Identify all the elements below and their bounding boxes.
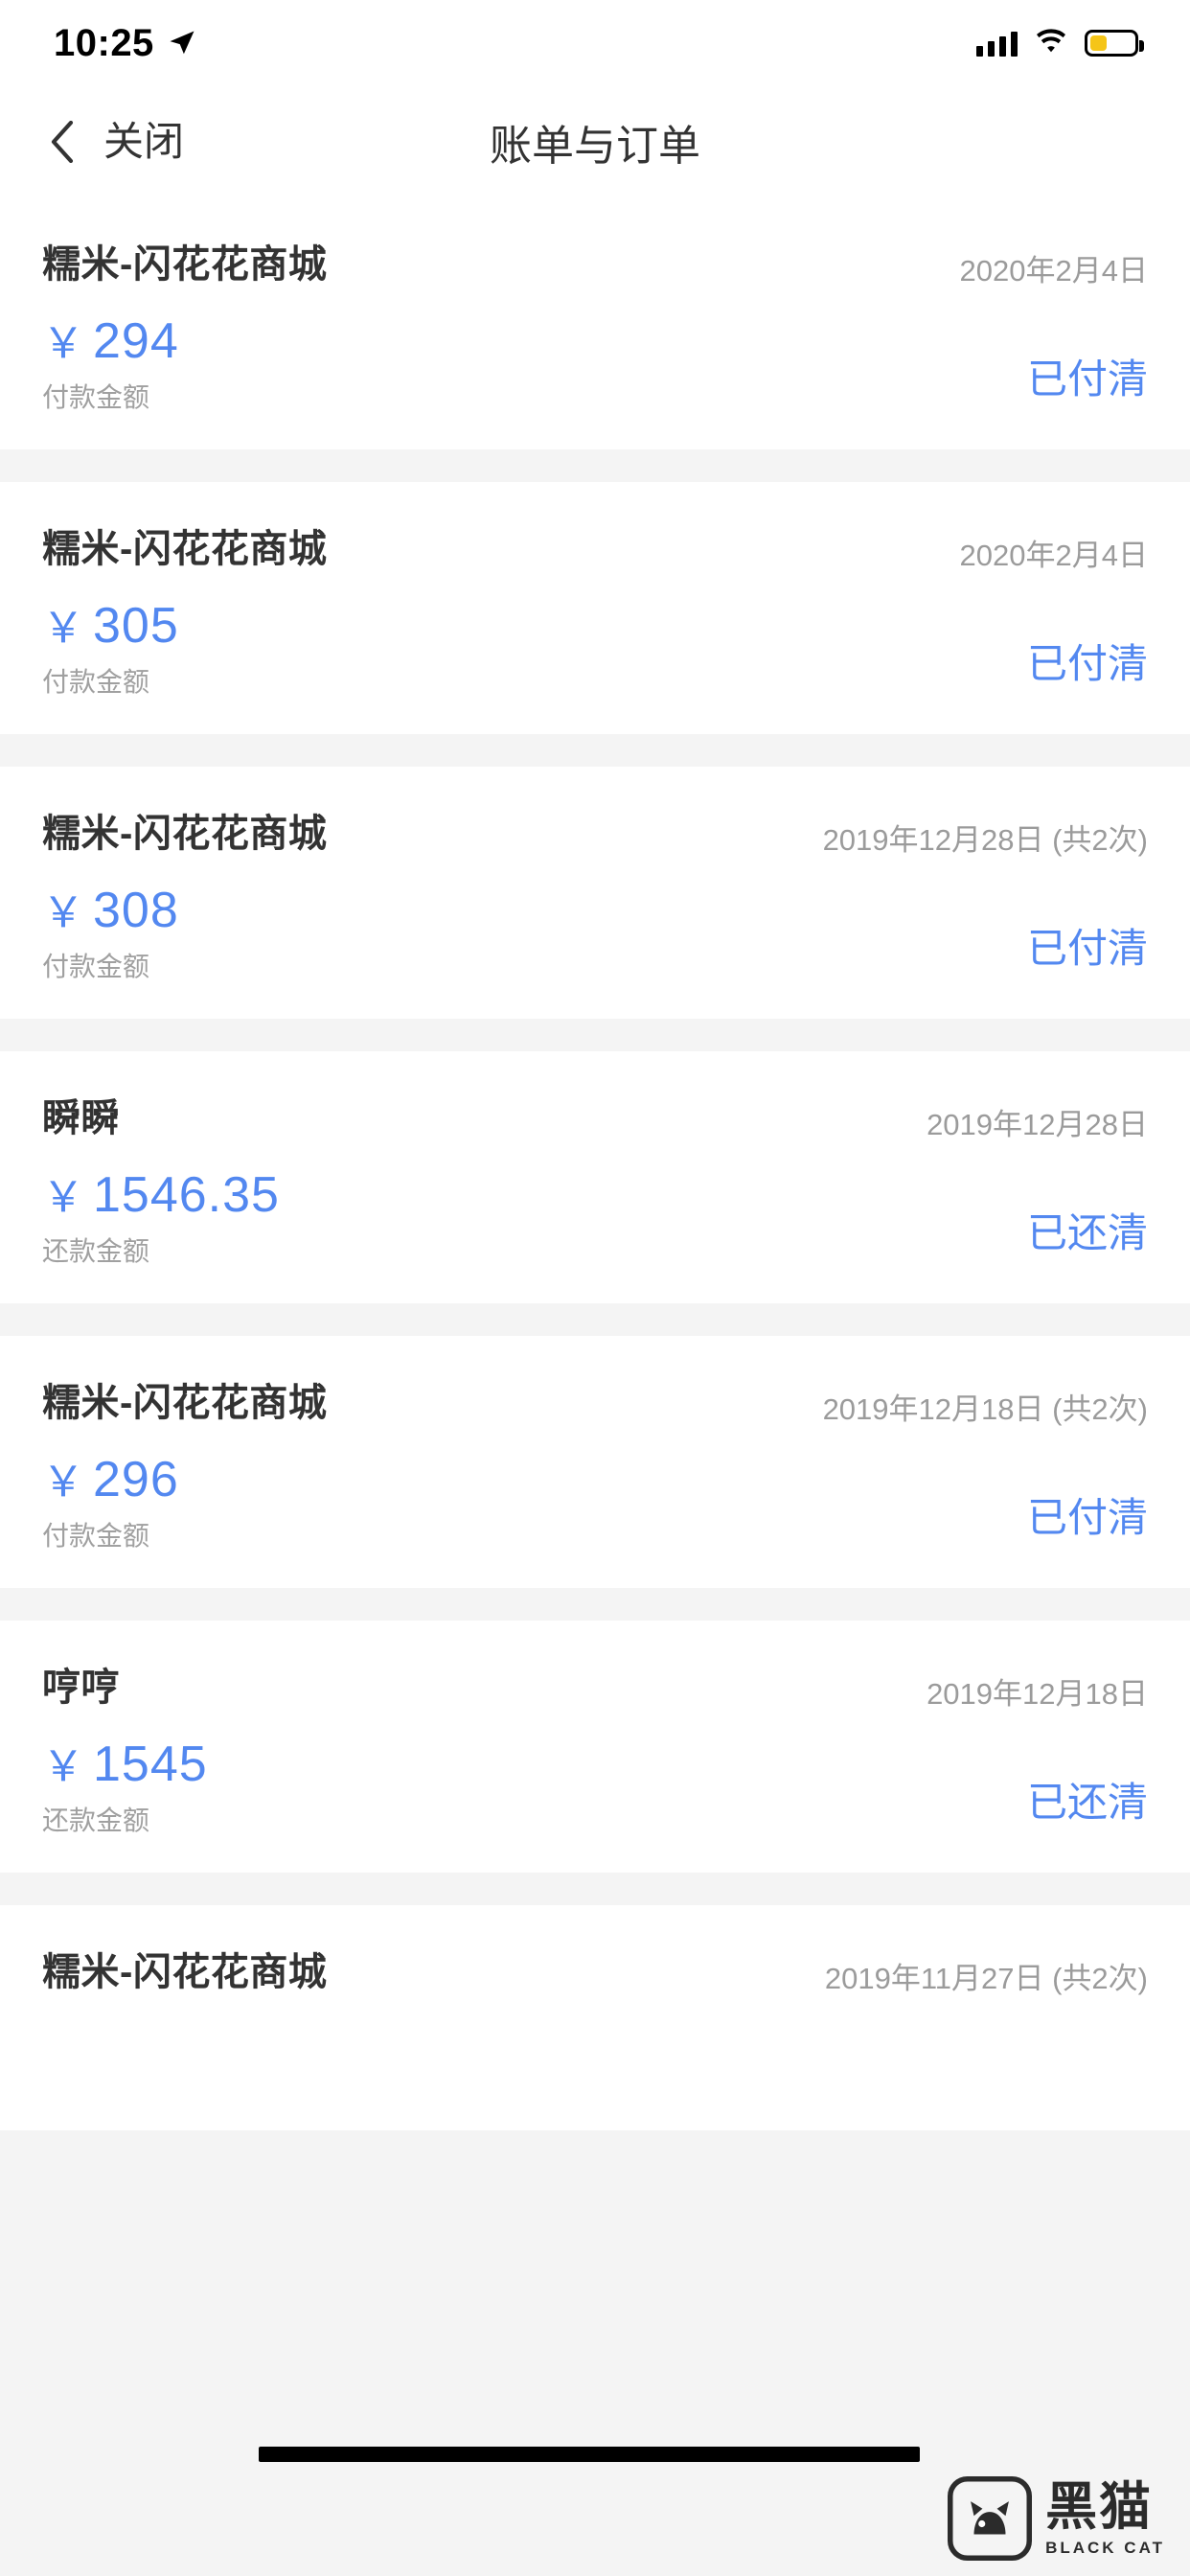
transaction-card[interactable]: 糯米-闪花花商城 2019年12月28日 (共2次) ￥ 308 付款金额 已付清: [0, 766, 1190, 1019]
watermark-text: 黑猫 BLACK CAT: [1045, 2481, 1165, 2556]
merchant-name: 糯米-闪花花商城: [42, 1950, 328, 1993]
transaction-body: ￥ 294 付款金额 已付清: [42, 313, 1148, 411]
transaction-header: 糯米-闪花花商城 2019年12月28日 (共2次): [42, 811, 1148, 858]
list-separator: [0, 1587, 1190, 1621]
transaction-header: 瞬瞬 2019年12月28日: [42, 1095, 1148, 1142]
amount-value: 305: [93, 598, 179, 655]
transaction-card[interactable]: 糯米-闪花花商城 2019年12月18日 (共2次) ￥ 296 付款金额 已付清: [0, 1335, 1190, 1588]
amount-block: ￥ 1545 还款金额: [42, 1736, 208, 1834]
transaction-body: ￥ 1546.35 还款金额 已还清: [42, 1167, 1148, 1265]
close-label: 关闭: [103, 119, 185, 164]
transaction-date: 2020年2月4日: [959, 254, 1148, 288]
redaction-bar: [259, 2447, 920, 2462]
transaction-amount: ￥ 1545: [42, 1736, 208, 1794]
transaction-card[interactable]: 瞬瞬 2019年12月28日 ￥ 1546.35 还款金额 已还清: [0, 1050, 1190, 1303]
transaction-header: 糯米-闪花花商城 2019年12月18日 (共2次): [42, 1380, 1148, 1427]
amount-value: 294: [93, 313, 179, 370]
transaction-amount: ￥ 1546.35: [42, 1167, 280, 1225]
amount-block: ￥ 294 付款金额: [42, 313, 179, 411]
status-bar: 10:25: [0, 0, 1190, 86]
transaction-header: 糯米-闪花花商城 2019年11月27日 (共2次): [42, 1949, 1148, 1996]
merchant-name: 瞬瞬: [42, 1096, 120, 1139]
amount-label: 付款金额: [42, 951, 150, 981]
transaction-body: ￥ 296 付款金额 已付清: [42, 1452, 1148, 1550]
transaction-header: 糯米-闪花花商城 2020年2月4日: [42, 526, 1148, 573]
phone-screen: 10:25 关闭 账单与订单 糯米-闪花花商城 2020年2月4日 ￥ 294 …: [0, 0, 1190, 2576]
location-arrow-icon: [168, 29, 196, 58]
transaction-date: 2019年12月18日 (共2次): [822, 1392, 1148, 1426]
amount-label: 付款金额: [42, 666, 150, 697]
amount-label: 还款金额: [42, 1235, 150, 1266]
black-cat-logo-icon: [948, 2476, 1033, 2561]
transaction-amount: ￥ 305: [42, 598, 179, 656]
back-button[interactable]: 关闭: [0, 86, 184, 197]
signal-bars-icon: [976, 30, 1018, 57]
merchant-name: 糯米-闪花花商城: [42, 1381, 328, 1424]
transaction-body: ￥: [42, 2021, 1148, 2092]
transaction-date: 2019年12月28日 (共2次): [822, 822, 1148, 857]
transaction-date: 2020年2月4日: [959, 538, 1148, 572]
navigation-bar: 关闭 账单与订单: [0, 86, 1190, 197]
transaction-amount: ￥ 308: [42, 883, 179, 940]
amount-label: 付款金额: [42, 381, 150, 412]
amount-label: 付款金额: [42, 1520, 150, 1551]
transaction-card[interactable]: 哼哼 2019年12月18日 ￥ 1545 还款金额 已还清: [0, 1620, 1190, 1873]
amount-value: 296: [93, 1452, 179, 1508]
transaction-date: 2019年11月27日 (共2次): [824, 1961, 1148, 1995]
transaction-list[interactable]: 糯米-闪花花商城 2020年2月4日 ￥ 294 付款金额 已付清 糯米-闪花花商城 2020…: [0, 197, 1190, 2130]
wifi-icon: [1034, 28, 1068, 59]
watermark-en: BLACK CAT: [1045, 2539, 1165, 2557]
merchant-name: 糯米-闪花花商城: [42, 527, 328, 570]
currency-symbol: ￥: [42, 1174, 85, 1222]
transaction-date: 2019年12月18日: [927, 1676, 1148, 1711]
transaction-card[interactable]: 糯米-闪花花商城 2020年2月4日 ￥ 294 付款金额 已付清: [0, 197, 1190, 449]
amount-label: 还款金额: [42, 1805, 150, 1835]
currency-symbol: ￥: [42, 889, 85, 937]
list-separator: [0, 1872, 1190, 1905]
status-badge: 已付清: [1026, 925, 1148, 971]
amount-block: ￥ 296 付款金额: [42, 1452, 179, 1550]
clock-time: 10:25: [54, 22, 154, 64]
merchant-name: 糯米-闪花花商城: [42, 812, 328, 855]
list-separator: [0, 1018, 1190, 1051]
chevron-left-icon: [50, 121, 75, 163]
merchant-name: 糯米-闪花花商城: [42, 243, 328, 286]
currency-symbol: ￥: [42, 1743, 85, 1791]
transaction-body: ￥ 305 付款金额 已付清: [42, 598, 1148, 696]
transaction-amount: ￥ 296: [42, 1452, 179, 1509]
watermark: 黑猫 BLACK CAT: [948, 2476, 1165, 2561]
status-badge: 已付清: [1026, 1494, 1148, 1540]
currency-symbol: ￥: [42, 1459, 85, 1506]
status-bar-left: 10:25: [54, 24, 196, 62]
amount-block: ￥ 305 付款金额: [42, 598, 179, 696]
status-bar-right: [976, 28, 1144, 59]
currency-symbol: ￥: [42, 605, 85, 653]
list-separator: [0, 733, 1190, 767]
transaction-card[interactable]: 糯米-闪花花商城 2019年11月27日 (共2次) ￥: [0, 1904, 1190, 2130]
transaction-header: 糯米-闪花花商城 2020年2月4日: [42, 242, 1148, 288]
watermark-cn: 黑猫: [1045, 2478, 1154, 2536]
amount-value: 308: [93, 883, 179, 939]
list-separator: [0, 1302, 1190, 1336]
transaction-body: ￥ 308 付款金额 已付清: [42, 883, 1148, 980]
amount-block: ￥ 308 付款金额: [42, 883, 179, 980]
merchant-name: 哼哼: [42, 1666, 120, 1709]
currency-symbol: ￥: [42, 320, 85, 368]
transaction-card[interactable]: 糯米-闪花花商城 2020年2月4日 ￥ 305 付款金额 已付清: [0, 481, 1190, 734]
amount-block: ￥ 1546.35 还款金额: [42, 1167, 280, 1265]
status-badge: 已还清: [1026, 1209, 1148, 1255]
list-separator: [0, 448, 1190, 482]
transaction-body: ￥ 1545 还款金额 已还清: [42, 1736, 1148, 1834]
battery-icon: [1085, 30, 1144, 57]
amount-block: ￥: [42, 2021, 93, 2092]
transaction-header: 哼哼 2019年12月18日: [42, 1665, 1148, 1712]
transaction-date: 2019年12月28日: [927, 1107, 1148, 1141]
transaction-amount: ￥ 294: [42, 313, 179, 371]
amount-value: 1545: [93, 1736, 208, 1793]
status-badge: 已付清: [1026, 640, 1148, 686]
status-badge: 已付清: [1026, 356, 1148, 402]
amount-value: 1546.35: [93, 1167, 280, 1224]
status-badge: 已还清: [1026, 1779, 1148, 1825]
